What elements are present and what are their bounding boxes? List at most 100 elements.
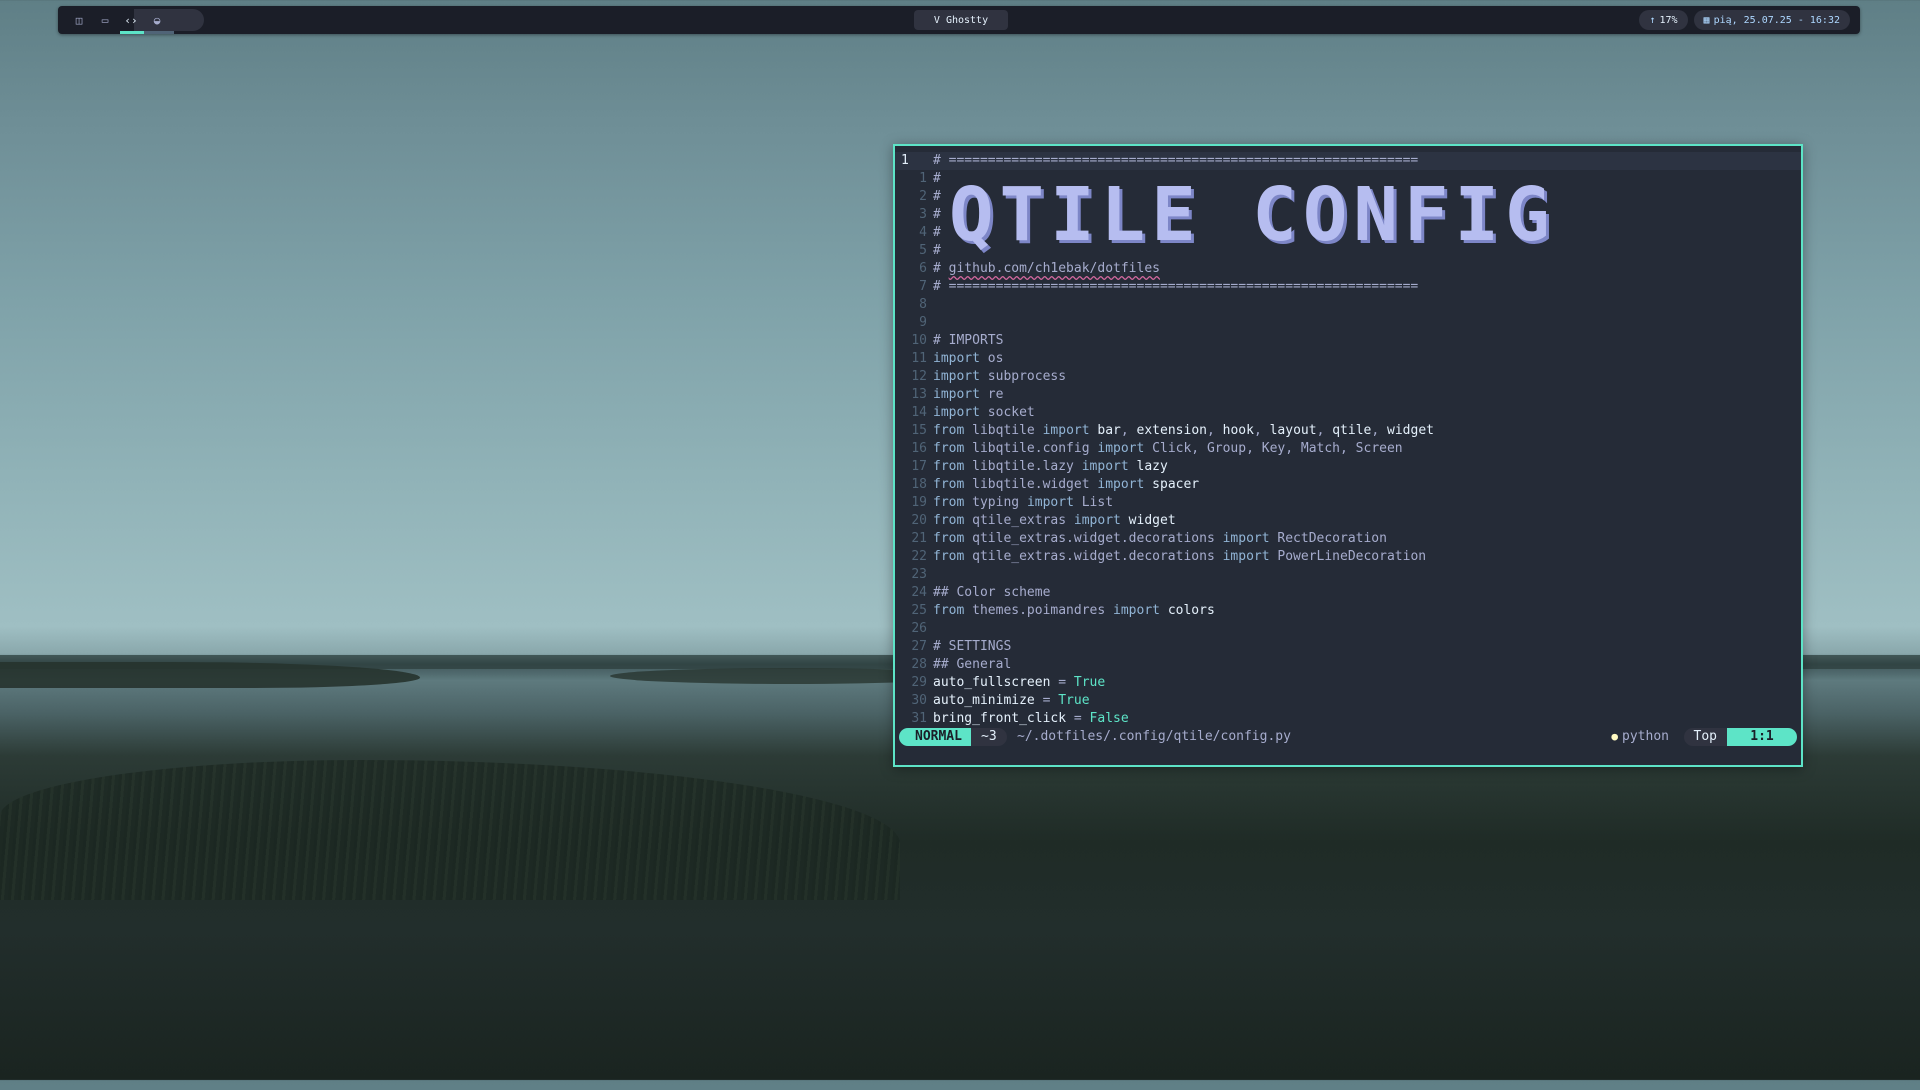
filetype-label: python [1622,729,1669,744]
line-number: 26 [911,621,927,636]
line-content: from qtile_extras.widget.decorations imp… [933,548,1426,566]
python-icon: ● [1611,730,1619,743]
calendar-icon: ▦ [1703,14,1710,26]
code-token: from [933,603,965,618]
line-number: 6 [919,261,927,276]
line-number: 31 [911,711,927,726]
line-content: from typing import List [933,494,1113,512]
line-content: import os [933,350,1003,368]
code-token: from [933,549,965,564]
code-line[interactable]: 30 auto_minimize = True [895,692,1801,710]
window-icon[interactable]: ▭ [92,9,118,31]
line-content: from libqtile.lazy import lazy [933,458,1168,476]
line-content: # [933,224,941,242]
code-line[interactable]: 25 from themes.poimandres import colors [895,602,1801,620]
code-icon[interactable]: ‹› [118,9,146,34]
code-line[interactable]: 8 [895,296,1801,314]
code-token: = [1050,675,1074,690]
line-number: 7 [919,279,927,294]
browser-icon[interactable]: ◒ [144,9,174,34]
code-token: Click, Group, Key, Match, Screen [1144,441,1403,456]
line-number: 22 [911,549,927,564]
code-line[interactable]: 28 ## General [895,656,1801,674]
line-number: 11 [911,351,927,366]
code-token: themes.poimandres [964,603,1114,618]
code-line[interactable]: 21 from qtile_extras.widget.decorations i… [895,530,1801,548]
code-line[interactable]: 26 [895,620,1801,638]
code-token: , [1371,423,1388,438]
line-number: 9 [919,315,927,330]
code-token: os [979,351,1004,366]
code-line[interactable]: 22 from qtile_extras.widget.decorations i… [895,548,1801,566]
code-token: qtile_extras.widget.decorations [964,549,1223,564]
line-number: 5 [919,243,927,258]
datetime-label: pią, 25.07.25 - 16:32 [1713,14,1840,26]
code-token: import [933,405,980,420]
code-line[interactable]: 18 from libqtile.widget import spacer [895,476,1801,494]
line-content: bring_front_click = False [933,710,1129,728]
line-content: from libqtile import bar, extension, hoo… [933,422,1434,440]
line-content: # [933,242,941,260]
code-token: import [933,387,980,402]
file-path: ~/.dotfiles/.config/qtile/config.py [1017,729,1291,744]
code-token: from [933,423,965,438]
terminal-window[interactable]: 1 # =====================================… [893,144,1803,767]
line-number: 17 [911,459,927,474]
line-content: ## Color scheme [933,584,1050,602]
code-token: , [1253,423,1270,438]
code-line[interactable]: 20 from qtile_extras import widget [895,512,1801,530]
code-token: import [1026,495,1074,510]
code-token: # ======================================… [933,279,1419,294]
code-line[interactable]: 10 # IMPORTS [895,332,1801,350]
code-token: List [1073,495,1114,510]
code-line[interactable]: 16 from libqtile.config import Click, Gro… [895,440,1801,458]
code-line[interactable]: 7 # =====================================… [895,278,1801,296]
code-line[interactable]: 6 # github.com/ch1ebak/dotfiles [895,260,1801,278]
line-number: 30 [911,693,927,708]
code-token: = [1066,711,1090,726]
scroll-indicator: Top [1683,728,1727,746]
code-token: import [1222,549,1270,564]
line-number: 19 [911,495,927,510]
link-text[interactable]: github.com/ch1ebak/dotfiles [949,261,1160,276]
line-content: import re [933,386,1003,404]
code-token: socket [979,405,1035,420]
code-line[interactable]: 23 [895,566,1801,584]
status-widgets: ↑ 17% ▦ pią, 25.07.25 - 16:32 [1639,10,1850,30]
code-token: qtile_extras [964,513,1074,528]
line-content: auto_fullscreen = True [933,674,1105,692]
code-line[interactable]: 29 auto_fullscreen = True [895,674,1801,692]
code-line[interactable]: 9 [895,314,1801,332]
code-line[interactable]: 1 # =====================================… [895,152,1801,170]
code-token: import [933,351,980,366]
code-line[interactable]: 19 from typing import List [895,494,1801,512]
code-line[interactable]: 31 bring_front_click = False [895,710,1801,728]
code-line[interactable]: 13 import re [895,386,1801,404]
arrow-up-icon: ↑ [1649,14,1656,26]
code-token: from [933,495,965,510]
code-line[interactable]: 27 # SETTINGS [895,638,1801,656]
code-token: re [979,387,1004,402]
code-line[interactable]: 17 from libqtile.lazy import lazy [895,458,1801,476]
line-content: from qtile_extras import widget [933,512,1176,530]
code-token: False [1089,711,1129,726]
clock-widget[interactable]: ▦ pią, 25.07.25 - 16:32 [1693,10,1850,30]
ascii-banner: QTILE CONFIG [949,172,1556,258]
code-token: auto_fullscreen [933,675,1051,690]
split-layout-icon[interactable]: ◫ [66,9,92,31]
line-number: 12 [911,369,927,384]
code-token: RectDecoration [1269,531,1387,546]
code-token: # [933,261,949,276]
line-content: import subprocess [933,368,1066,386]
code-token: libqtile.lazy [964,459,1082,474]
code-token: # [933,225,941,240]
code-line[interactable]: 11 import os [895,350,1801,368]
code-token: import [1073,513,1121,528]
code-line[interactable]: 24 ## Color scheme [895,584,1801,602]
code-line[interactable]: 12 import subprocess [895,368,1801,386]
cursor-position: 1:1 [1727,728,1797,746]
code-line[interactable]: 14 import socket [895,404,1801,422]
code-line[interactable]: 15 from libqtile import bar, extension, h… [895,422,1801,440]
line-number: 1 [919,171,927,186]
workspace-list: ◫ ▭ ‹› ◒ [66,9,204,34]
